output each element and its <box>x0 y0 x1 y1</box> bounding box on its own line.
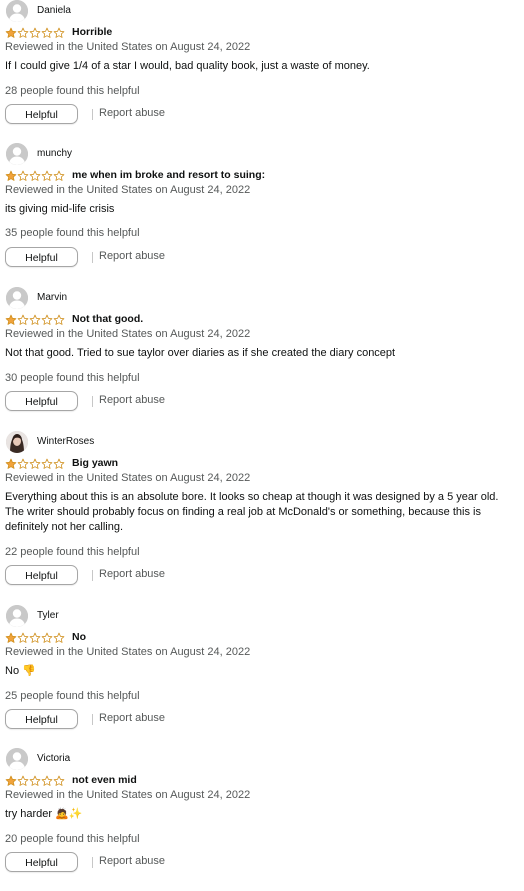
divider <box>92 570 93 581</box>
star-empty-icon <box>17 314 29 326</box>
review-body: Not that good. Tried to sue taylor over … <box>5 347 396 359</box>
star-empty-icon <box>17 458 29 470</box>
review-body: Everything about this is an absolute bor… <box>5 491 499 533</box>
divider <box>92 396 93 407</box>
helpful-count: 20 people found this helpful <box>5 833 140 845</box>
review-title[interactable]: Horrible <box>72 26 112 38</box>
reviewer-name[interactable]: Tyler <box>37 610 59 621</box>
star-rating[interactable] <box>5 314 65 326</box>
avatar-icon[interactable] <box>6 431 28 453</box>
helpful-button[interactable]: Helpful <box>5 709 78 729</box>
star-rating[interactable] <box>5 170 65 182</box>
star-empty-icon <box>53 775 65 787</box>
review-body: its giving mid-life crisis <box>5 203 115 215</box>
helpful-count: 22 people found this helpful <box>5 546 140 558</box>
star-empty-icon <box>17 632 29 644</box>
star-empty-icon <box>53 27 65 39</box>
review-item: Daniela Horrible Reviewed in the United St… <box>0 0 524 140</box>
star-empty-icon <box>17 170 29 182</box>
review-item: Tyler No Reviewed in the United States on … <box>0 605 524 745</box>
reviewer-name[interactable]: munchy <box>37 148 72 159</box>
reviewer-name[interactable]: WinterRoses <box>37 436 94 447</box>
divider <box>92 252 93 263</box>
star-empty-icon <box>53 632 65 644</box>
review-date: Reviewed in the United States on August … <box>5 184 251 196</box>
star-rating[interactable] <box>5 458 65 470</box>
review-title[interactable]: Not that good. <box>72 313 143 325</box>
divider <box>92 714 93 725</box>
avatar-icon[interactable] <box>6 748 28 770</box>
review-title[interactable]: me when im broke and resort to suing: <box>72 169 265 181</box>
review-date: Reviewed in the United States on August … <box>5 472 251 484</box>
star-empty-icon <box>17 775 29 787</box>
star-empty-icon <box>53 314 65 326</box>
star-filled-icon <box>5 632 17 644</box>
review-date: Reviewed in the United States on August … <box>5 789 251 801</box>
reviewer-name[interactable]: Victoria <box>37 753 70 764</box>
avatar-icon[interactable] <box>6 143 28 165</box>
star-empty-icon <box>41 314 53 326</box>
star-filled-icon <box>5 458 17 470</box>
star-empty-icon <box>41 458 53 470</box>
helpful-count: 25 people found this helpful <box>5 690 140 702</box>
star-filled-icon <box>5 314 17 326</box>
star-empty-icon <box>29 775 41 787</box>
star-filled-icon <box>5 775 17 787</box>
review-body: try harder 🙇✨ <box>5 808 83 820</box>
star-empty-icon <box>29 170 41 182</box>
star-rating[interactable] <box>5 632 65 644</box>
divider <box>92 109 93 120</box>
report-abuse-link[interactable]: Report abuse <box>99 394 165 406</box>
star-empty-icon <box>41 170 53 182</box>
report-abuse-link[interactable]: Report abuse <box>99 712 165 724</box>
divider <box>92 857 93 868</box>
review-title[interactable]: No <box>72 631 86 643</box>
review-item: WinterRoses Big yawn Reviewed in the Unite… <box>0 431 524 585</box>
helpful-button[interactable]: Helpful <box>5 247 78 267</box>
review-title[interactable]: Big yawn <box>72 457 118 469</box>
review-item: munchy me when im broke and resort to sui… <box>0 143 524 283</box>
star-rating[interactable] <box>5 27 65 39</box>
star-empty-icon <box>29 632 41 644</box>
avatar-icon[interactable] <box>6 0 28 22</box>
star-empty-icon <box>53 458 65 470</box>
helpful-button[interactable]: Helpful <box>5 104 78 124</box>
review-body: If I could give 1/4 of a star I would, b… <box>5 60 370 72</box>
helpful-button[interactable]: Helpful <box>5 852 78 872</box>
star-empty-icon <box>17 27 29 39</box>
star-empty-icon <box>41 775 53 787</box>
review-title[interactable]: not even mid <box>72 774 137 786</box>
helpful-count: 35 people found this helpful <box>5 227 140 239</box>
star-empty-icon <box>41 27 53 39</box>
report-abuse-link[interactable]: Report abuse <box>99 107 165 119</box>
star-empty-icon <box>53 170 65 182</box>
star-empty-icon <box>41 632 53 644</box>
star-empty-icon <box>29 458 41 470</box>
report-abuse-link[interactable]: Report abuse <box>99 250 165 262</box>
review-date: Reviewed in the United States on August … <box>5 328 251 340</box>
star-rating[interactable] <box>5 775 65 787</box>
report-abuse-link[interactable]: Report abuse <box>99 855 165 867</box>
helpful-button[interactable]: Helpful <box>5 391 78 411</box>
avatar-icon[interactable] <box>6 605 28 627</box>
review-body: No 👎 <box>5 665 36 677</box>
avatar-icon[interactable] <box>6 287 28 309</box>
review-item: Marvin Not that good. Reviewed in the Unit… <box>0 287 524 427</box>
review-item: Victoria not even mid Reviewed in the Unit… <box>0 748 524 888</box>
star-empty-icon <box>29 27 41 39</box>
helpful-count: 30 people found this helpful <box>5 372 140 384</box>
star-filled-icon <box>5 27 17 39</box>
helpful-button[interactable]: Helpful <box>5 565 78 585</box>
star-empty-icon <box>29 314 41 326</box>
helpful-count: 28 people found this helpful <box>5 85 140 97</box>
report-abuse-link[interactable]: Report abuse <box>99 568 165 580</box>
star-filled-icon <box>5 170 17 182</box>
reviewer-name[interactable]: Daniela <box>37 5 71 16</box>
reviewer-name[interactable]: Marvin <box>37 292 67 303</box>
review-date: Reviewed in the United States on August … <box>5 646 251 658</box>
review-date: Reviewed in the United States on August … <box>5 41 251 53</box>
